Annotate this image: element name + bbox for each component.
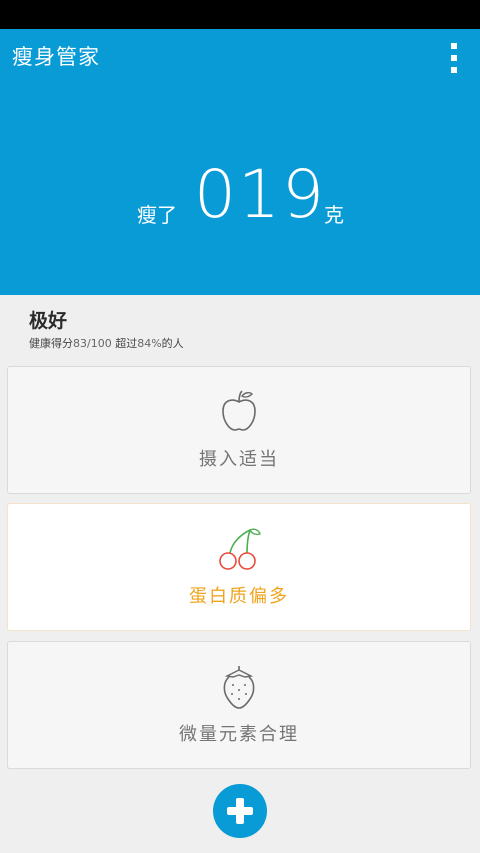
health-rating: 极好 <box>29 310 68 332</box>
score-value: 83/100 <box>73 337 112 350</box>
health-summary: 极好 健康得分83/100 超过84%的人 <box>29 309 184 351</box>
micronutrient-card[interactable]: 微量元素合理 <box>7 641 471 769</box>
weight-display: 瘦了 019 克 <box>0 155 480 235</box>
weight-unit: 克 <box>324 203 344 227</box>
intake-card[interactable]: 摄入适当 <box>7 366 471 494</box>
protein-card[interactable]: 蛋白质偏多 <box>7 503 471 631</box>
app-title: 瘦身管家 <box>12 45 100 69</box>
more-vert-icon[interactable] <box>442 43 466 73</box>
exceed-suffix: 的人 <box>161 337 184 350</box>
card-label: 蛋白质偏多 <box>189 586 289 607</box>
add-button[interactable] <box>213 784 267 838</box>
exceed-label: 超过 <box>115 337 138 350</box>
status-bar <box>0 0 480 29</box>
health-score-text: 健康得分83/100 超过84%的人 <box>29 335 184 351</box>
exceed-percent: 84% <box>137 337 162 350</box>
weight-value: 019 <box>194 156 326 233</box>
apple-icon <box>219 389 259 437</box>
header-panel: 瘦身管家 瘦了 019 克 <box>0 29 480 295</box>
score-label: 健康得分 <box>29 337 73 350</box>
card-label: 微量元素合理 <box>179 724 299 745</box>
cherry-icon <box>214 526 264 576</box>
card-label: 摄入适当 <box>199 449 279 470</box>
weight-prefix: 瘦了 <box>137 203 177 227</box>
strawberry-icon <box>221 664 257 714</box>
